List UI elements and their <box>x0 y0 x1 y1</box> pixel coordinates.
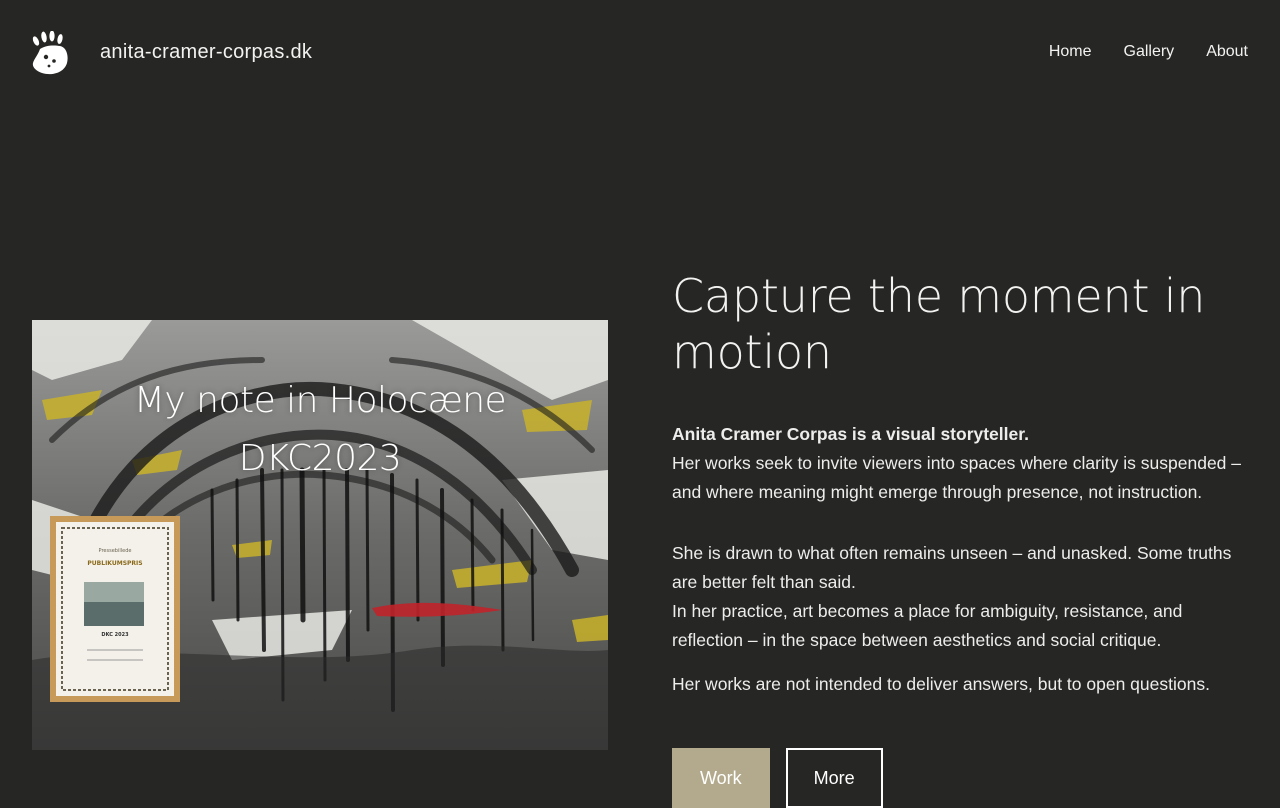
artwork-caption: My note in Holocæne DKC2023 <box>32 372 608 488</box>
featured-artwork-image: Pressebillede PUBLIKUMSPRIS DKC 2023 My … <box>32 320 608 750</box>
intro-section: Capture the moment in motion Anita Crame… <box>672 268 1248 808</box>
practice-paragraph: She is drawn to what often remains unsee… <box>672 539 1248 655</box>
more-button[interactable]: More <box>785 748 883 808</box>
page-headline: Capture the moment in motion <box>672 269 1206 379</box>
artwork-caption-subtitle: DKC2023 <box>238 438 402 479</box>
svg-text:PUBLIKUMSPRIS: PUBLIKUMSPRIS <box>87 560 142 567</box>
questions-paragraph: Her works are not intended to deliver an… <box>672 674 1210 694</box>
intro-text: Her works seek to invite viewers into sp… <box>672 453 1241 502</box>
svg-text:Pressebillede: Pressebillede <box>99 548 132 554</box>
cta-buttons: Work More <box>672 748 883 808</box>
practice-text-1: She is drawn to what often remains unsee… <box>672 543 1232 592</box>
artwork-caption-title: My note in Holocæne <box>133 380 507 421</box>
svg-text:DKC 2023: DKC 2023 <box>101 632 129 638</box>
hand-print-icon[interactable] <box>30 30 70 75</box>
nav-gallery[interactable]: Gallery <box>1124 42 1175 62</box>
nav-home[interactable]: Home <box>1049 42 1092 62</box>
nav-about[interactable]: About <box>1206 42 1248 62</box>
practice-text-2: In her practice, art becomes a place for… <box>672 601 1183 650</box>
intro-paragraph: Anita Cramer Corpas is a visual storytel… <box>672 420 1248 507</box>
intro-lead: Anita Cramer Corpas is a visual storytel… <box>672 424 1029 444</box>
certificate-frame: Pressebillede PUBLIKUMSPRIS DKC 2023 <box>50 516 180 702</box>
site-header: anita-cramer-corpas.dk Home Gallery Abou… <box>0 0 1280 104</box>
main-nav: Home Gallery About <box>1049 42 1248 62</box>
site-title[interactable]: anita-cramer-corpas.dk <box>100 40 312 64</box>
work-button[interactable]: Work <box>672 748 770 808</box>
